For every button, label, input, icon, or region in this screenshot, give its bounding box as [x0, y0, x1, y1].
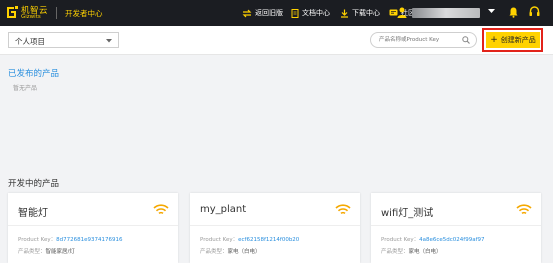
product-card[interactable]: 智能灯 Product Key：8d772681e9374176916 产品类型…: [8, 193, 178, 263]
product-type: 家电（白电）: [408, 249, 442, 255]
no-products-note: 暂无产品: [13, 85, 38, 92]
user-icon[interactable]: [397, 7, 407, 18]
product-card[interactable]: my_plant Product Key：ecf62158f1214f00b20…: [190, 193, 360, 263]
search-input[interactable]: [379, 35, 459, 45]
nav-download-center[interactable]: 下载中心: [340, 6, 380, 20]
chevron-down-icon: [106, 39, 112, 43]
product-type-line: 产品类型：家电（白电）: [200, 249, 261, 255]
product-card[interactable]: wifi灯_测试 Product Key：4a8e6ce5dc024f99af9…: [371, 193, 541, 263]
headset-icon[interactable]: [529, 6, 540, 18]
product-key: 4a8e6ce5dc024f99af97: [419, 237, 485, 243]
chevron-down-icon[interactable]: [488, 9, 495, 14]
nav-label: 返回旧版: [255, 9, 283, 17]
search-icon[interactable]: [462, 36, 470, 44]
project-select[interactable]: 个人项目: [8, 32, 119, 48]
product-key-line: Product Key：8d772681e9374176916: [18, 237, 123, 243]
top-navbar: 机智云 Gizwits 开发者中心 返回旧版 文档中心 下载中心 社区: [0, 0, 553, 26]
product-name: my_plant: [200, 204, 247, 215]
product-type-line: 产品类型：智能家居/灯: [18, 249, 75, 255]
gizwits-logo[interactable]: 机智云 Gizwits: [6, 4, 50, 22]
product-type-line: 产品类型：家电（白电）: [381, 249, 442, 255]
product-type: 家电（白电）: [227, 249, 261, 255]
create-product-button[interactable]: + 创建新产品: [486, 32, 540, 48]
wifi-icon: [516, 204, 532, 215]
nav-docs-center[interactable]: 文档中心: [291, 6, 330, 20]
create-product-label: 创建新产品: [500, 36, 536, 44]
product-name: 智能灯: [18, 208, 48, 219]
published-products-heading: 已发布的产品: [8, 69, 60, 79]
product-key-line: Product Key：ecf62158f1214f00b20: [200, 237, 300, 243]
card-divider: [8, 225, 178, 226]
wifi-icon: [335, 204, 351, 215]
nav-back-to-old-version[interactable]: 返回旧版: [242, 6, 283, 20]
developing-products-heading: 开发中的产品: [8, 179, 60, 189]
product-name: wifi灯_测试: [381, 208, 434, 219]
swap-icon: [242, 9, 252, 17]
product-key: 8d772681e9374176916: [56, 237, 123, 243]
bell-icon[interactable]: [509, 7, 518, 18]
product-search: [370, 32, 477, 48]
card-divider: [190, 225, 360, 226]
product-type: 智能家居/灯: [45, 249, 75, 255]
download-icon: [341, 9, 348, 18]
wifi-icon: [153, 204, 169, 215]
plus-icon: +: [490, 34, 498, 45]
brand-name-en: Gizwits: [21, 14, 41, 20]
username-redacted[interactable]: [412, 8, 480, 18]
nav-label: 下载中心: [352, 9, 380, 17]
product-key: ecf62158f1214f00b20: [238, 237, 300, 243]
card-divider: [371, 225, 541, 226]
header-divider: [56, 7, 57, 19]
project-select-value: 个人项目: [15, 37, 45, 46]
product-key-line: Product Key：4a8e6ce5dc024f99af97: [381, 237, 485, 243]
developer-center-link[interactable]: 开发者中心: [65, 8, 103, 19]
nav-label: 文档中心: [302, 9, 330, 17]
document-icon: [291, 8, 299, 18]
gizwits-logo-icon: [7, 6, 18, 18]
